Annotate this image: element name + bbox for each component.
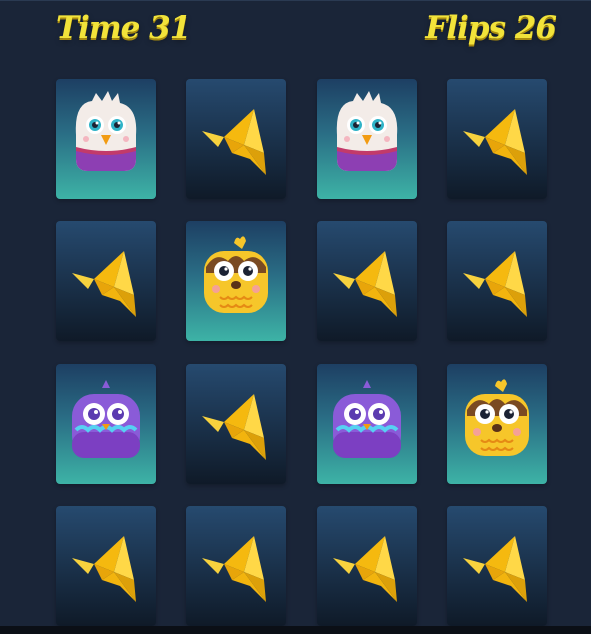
card-face-up-eagle[interactable]: [317, 79, 417, 199]
bottom-bar: [0, 626, 591, 634]
card-face-up-yellow-owl[interactable]: [447, 364, 547, 484]
card-face-down[interactable]: [56, 506, 156, 626]
card-grid: [56, 79, 547, 626]
flips-counter: Flips 26: [425, 10, 557, 46]
card-face-down[interactable]: [447, 506, 547, 626]
game-hud: Time 31 Flips 26: [0, 10, 591, 54]
time-counter: Time 31: [56, 10, 191, 46]
card-face-down[interactable]: [317, 506, 417, 626]
card-face-down[interactable]: [186, 364, 286, 484]
card-face-up-purple-owl[interactable]: [56, 364, 156, 484]
card-face-down[interactable]: [186, 79, 286, 199]
card-face-down[interactable]: [447, 79, 547, 199]
card-face-up-yellow-owl[interactable]: [186, 221, 286, 341]
card-face-down[interactable]: [447, 221, 547, 341]
card-face-up-purple-owl[interactable]: [317, 364, 417, 484]
card-face-up-eagle[interactable]: [56, 79, 156, 199]
card-face-down[interactable]: [56, 221, 156, 341]
card-face-down[interactable]: [317, 221, 417, 341]
card-face-down[interactable]: [186, 506, 286, 626]
top-border: [0, 0, 591, 1]
